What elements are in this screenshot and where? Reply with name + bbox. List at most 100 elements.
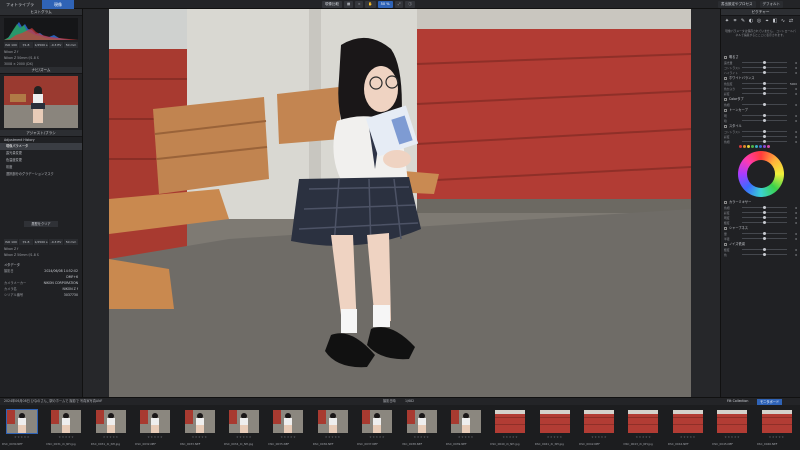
color-swatch[interactable] bbox=[759, 145, 762, 148]
slider-knob[interactable] bbox=[763, 66, 766, 69]
slider-track[interactable] bbox=[742, 206, 787, 209]
thumbnail[interactable] bbox=[51, 410, 82, 433]
filmstrip-item[interactable]: ★★★★★ DSC_0039.NEF bbox=[444, 405, 488, 450]
slider-track[interactable] bbox=[742, 119, 787, 122]
color-swatch[interactable] bbox=[751, 145, 754, 148]
thumbnail[interactable] bbox=[184, 410, 215, 433]
clear-history-button[interactable]: 履歴をクリア bbox=[24, 221, 58, 227]
slider-knob[interactable] bbox=[763, 253, 766, 256]
slider-track[interactable] bbox=[742, 92, 787, 95]
adjust-header[interactable]: アジャスト/ブラシ bbox=[0, 130, 82, 137]
crop-icon[interactable]: ⌗ bbox=[732, 18, 738, 24]
filmstrip-item[interactable]: ★★★★★ DSC_0043_Xi_NH.jpg bbox=[621, 405, 665, 450]
auto-icon[interactable]: ✦ bbox=[724, 18, 730, 24]
thumbnail[interactable] bbox=[95, 410, 126, 433]
slider-knob[interactable] bbox=[763, 237, 766, 240]
compare-icon[interactable]: ⇄ bbox=[788, 18, 794, 24]
color-swatch[interactable] bbox=[747, 145, 750, 148]
slider-track[interactable] bbox=[742, 232, 787, 235]
eyedropper-icon[interactable]: ⌖ bbox=[764, 18, 770, 24]
filmstrip-item[interactable]: ★★★★★ DSC_0032.NEF bbox=[133, 405, 177, 450]
slider-knob[interactable] bbox=[763, 232, 766, 235]
slider-track[interactable] bbox=[742, 66, 787, 69]
curve-icon[interactable]: ∿ bbox=[780, 18, 786, 24]
rating-stars[interactable]: ★★★★★ bbox=[178, 435, 222, 439]
rating-stars[interactable]: ★★★★★ bbox=[577, 435, 621, 439]
rating-stars[interactable]: ★★★★★ bbox=[444, 435, 488, 439]
filmstrip-item[interactable]: ★★★★★ DSC_0033.NEF bbox=[178, 405, 222, 450]
tab-develop[interactable]: 現像 bbox=[42, 0, 74, 9]
slider-value[interactable]: 0 bbox=[789, 232, 797, 236]
slider-knob[interactable] bbox=[763, 206, 766, 209]
section-checkbox[interactable] bbox=[724, 55, 727, 59]
history-item[interactable]: 露光量変更 bbox=[0, 150, 82, 157]
slider-knob[interactable] bbox=[763, 82, 766, 85]
slider-knob[interactable] bbox=[763, 119, 766, 122]
brush-icon[interactable]: ✎ bbox=[740, 18, 746, 24]
export-settings-button[interactable]: 書出設定やプロセス bbox=[718, 1, 756, 8]
slider-track[interactable] bbox=[742, 135, 787, 138]
mask-icon[interactable]: ◧ bbox=[772, 18, 778, 24]
slider-value[interactable]: 0 bbox=[789, 221, 797, 225]
slider-value[interactable]: 0 bbox=[789, 237, 797, 241]
section-checkbox[interactable] bbox=[724, 226, 727, 230]
slider-track[interactable] bbox=[742, 130, 787, 133]
tab-library[interactable]: フォトライブラリ bbox=[0, 0, 42, 16]
filmstrip-item[interactable]: ★★★★★ DSC_0038.NEF bbox=[400, 405, 444, 450]
slider-value[interactable]: 0 bbox=[789, 114, 797, 118]
section-checkbox[interactable] bbox=[724, 108, 727, 112]
thumbnail[interactable] bbox=[672, 410, 703, 433]
thumbnail[interactable] bbox=[450, 410, 481, 433]
slider-knob[interactable] bbox=[763, 140, 766, 143]
filmstrip-item[interactable]: ★★★★★ DSC_0034_Xi_NH.jpg bbox=[222, 405, 266, 450]
rating-stars[interactable]: ★★★★★ bbox=[755, 435, 799, 439]
filmstrip-item[interactable]: ★★★★★ DSC_0031_Xi_NH.jpg bbox=[44, 405, 88, 450]
slider-value[interactable]: 0 bbox=[789, 119, 797, 123]
slider-value[interactable]: 0 bbox=[789, 130, 797, 134]
rating-stars[interactable]: ★★★★★ bbox=[533, 435, 577, 439]
color-wheel[interactable] bbox=[737, 151, 784, 197]
slider-track[interactable] bbox=[742, 253, 787, 256]
slider-knob[interactable] bbox=[763, 216, 766, 219]
thumbnail[interactable] bbox=[317, 410, 348, 433]
thumbnail[interactable] bbox=[362, 410, 393, 433]
thumbnail[interactable] bbox=[495, 410, 526, 433]
filmstrip-item[interactable]: ★★★★★ DSC_0030.NEF bbox=[0, 405, 44, 450]
slider-knob[interactable] bbox=[763, 248, 766, 251]
spot-icon[interactable]: ◎ bbox=[756, 18, 762, 24]
color-swatch[interactable] bbox=[755, 145, 758, 148]
rating-stars[interactable]: ★★★★★ bbox=[222, 435, 266, 439]
slider-knob[interactable] bbox=[763, 71, 766, 74]
rating-stars[interactable]: ★★★★★ bbox=[89, 435, 133, 439]
slider-knob[interactable] bbox=[763, 61, 766, 64]
rating-stars[interactable]: ★★★★★ bbox=[621, 435, 665, 439]
rating-stars[interactable]: ★★★★★ bbox=[0, 435, 44, 439]
thumbnail[interactable] bbox=[406, 410, 437, 433]
grid-icon[interactable]: ▦ bbox=[344, 1, 354, 8]
slider-track[interactable] bbox=[742, 87, 787, 90]
slider-value[interactable]: 5000 bbox=[789, 82, 797, 86]
preset-button[interactable]: デフォルト bbox=[759, 1, 783, 8]
section-checkbox[interactable] bbox=[724, 242, 727, 246]
slider-track[interactable] bbox=[742, 114, 787, 117]
slider-knob[interactable] bbox=[763, 130, 766, 133]
thumbnail[interactable] bbox=[539, 410, 570, 433]
section-checkbox[interactable] bbox=[724, 124, 727, 128]
thumbnail[interactable] bbox=[273, 410, 304, 433]
section-checkbox[interactable] bbox=[724, 200, 727, 204]
slider-track[interactable] bbox=[742, 103, 787, 106]
slider-track[interactable] bbox=[742, 140, 787, 143]
slider-value[interactable]: 0 bbox=[789, 66, 797, 70]
navigator-header[interactable]: ナビ/ズーム bbox=[0, 67, 82, 74]
history-item[interactable]: 彩度 bbox=[0, 164, 82, 171]
info-icon[interactable]: ⓘ bbox=[405, 1, 415, 8]
slider-track[interactable] bbox=[742, 216, 787, 219]
filmstrip-item[interactable]: ★★★★★ DSC_0031_Xi_NH.jpg bbox=[89, 405, 133, 450]
slider-value[interactable]: 0 bbox=[789, 61, 797, 65]
filmstrip-item[interactable]: ★★★★★ DSC_0044.NEF bbox=[666, 405, 710, 450]
filmstrip-item[interactable]: ★★★★★ DSC_0045.NEF bbox=[710, 405, 754, 450]
filter-collection[interactable]: Filt Collection bbox=[727, 398, 748, 405]
history-item[interactable]: 色温度変更 bbox=[0, 157, 82, 164]
sort-order[interactable]: 撮影日時 bbox=[383, 398, 396, 405]
rating-stars[interactable]: ★★★★★ bbox=[488, 435, 532, 439]
